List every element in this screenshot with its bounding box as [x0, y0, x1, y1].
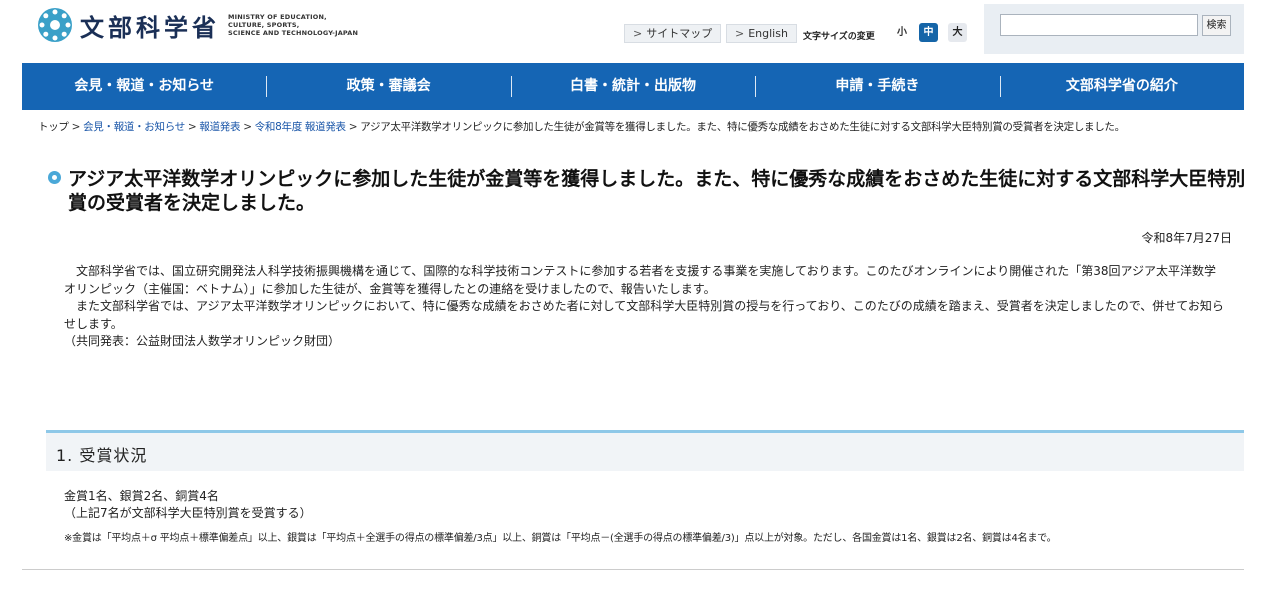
publish-date: 令和8年7月27日 — [1141, 231, 1232, 245]
nav-item-press[interactable]: 会見・報道・お知らせ — [22, 63, 266, 110]
global-nav: 会見・報道・お知らせ 政策・審議会 白書・統計・出版物 申請・手続き 文部科学省… — [22, 63, 1244, 110]
divider — [22, 569, 1244, 570]
fontsize-label: 文字サイズの変更 — [803, 32, 875, 42]
section-heading-text: 1. 受賞状況 — [56, 446, 148, 465]
article-paragraph: また文部科学省では、アジア太平洋数学オリンピックにおいて、特に優秀な成績をおさめ… — [64, 299, 1224, 331]
sitemap-link[interactable]: > サイトマップ — [624, 24, 722, 43]
page-title-block: アジア太平洋数学オリンピックに参加した生徒が金賞等を獲得しました。また、特に優秀… — [46, 167, 1246, 215]
article-paragraph: 文部科学省では、国立研究開発法人科学技術振興機構を通じて、国際的な科学技術コンテ… — [64, 264, 1217, 296]
breadcrumb-current: アジア太平洋数学オリンピックに参加した生徒が金賞等を獲得しました。また、特に優秀… — [360, 121, 1125, 133]
fontsize-medium-button[interactable]: 中 — [919, 23, 938, 42]
search-panel: 検索 — [984, 4, 1244, 54]
chevron-right-icon: > — [633, 27, 643, 40]
search-input[interactable] — [1000, 14, 1198, 36]
page-title: アジア太平洋数学オリンピックに参加した生徒が金賞等を獲得しました。また、特に優秀… — [68, 168, 1246, 214]
nav-item-about[interactable]: 文部科学省の紹介 — [999, 63, 1244, 110]
awards-summary: 金賞1名、銀賞2名、銅賞4名 （上記7名が文部科学大臣特別賞を受賞する） — [64, 488, 1224, 522]
breadcrumb-item-top[interactable]: トップ — [38, 121, 69, 133]
logo-english-text: MINISTRY OF EDUCATION, CULTURE, SPORTS, … — [228, 13, 359, 37]
breadcrumb-separator: > — [348, 121, 358, 133]
breadcrumb-separator: > — [243, 121, 252, 133]
sitemap-label: サイトマップ — [646, 27, 713, 40]
english-link[interactable]: > English — [726, 24, 797, 43]
nav-item-publications[interactable]: 白書・統計・出版物 — [510, 63, 755, 110]
english-label: English — [748, 27, 788, 40]
title-bullet-icon — [48, 171, 61, 184]
fontsize-large-button[interactable]: 大 — [948, 23, 967, 42]
mext-logo-icon — [38, 8, 72, 42]
breadcrumb-item-releases[interactable]: 報道発表 — [199, 121, 240, 133]
nav-item-policy[interactable]: 政策・審議会 — [266, 63, 510, 110]
awards-line: （上記7名が文部科学大臣特別賞を受賞する） — [64, 506, 312, 520]
breadcrumb-item-press[interactable]: 会見・報道・お知らせ — [83, 121, 185, 133]
chevron-right-icon: > — [735, 27, 745, 40]
site-logo[interactable]: 文部科学省 MINISTRY OF EDUCATION, CULTURE, SP… — [36, 6, 358, 44]
awards-note: ※金賞は「平均点＋σ 平均点＋標準偏差点」以上、銀賞は「平均点＋全選手の得点の標… — [64, 533, 1057, 544]
section-heading: 1. 受賞状況 — [46, 430, 1244, 471]
fontsize-small-button[interactable]: 小 — [894, 23, 910, 42]
breadcrumb-separator: > — [71, 121, 81, 133]
search-button[interactable]: 検索 — [1202, 15, 1231, 36]
breadcrumb-item-year[interactable]: 令和8年度 報道発表 — [255, 121, 346, 133]
nav-item-applications[interactable]: 申請・手続き — [755, 63, 999, 110]
article-paragraph: （共同発表：公益財団法人数学オリンピック財団） — [64, 334, 341, 348]
site-header: 文部科学省 MINISTRY OF EDUCATION, CULTURE, SP… — [0, 0, 1280, 62]
logo-text: 文部科学省 — [80, 13, 220, 42]
breadcrumb: トップ > 会見・報道・お知らせ > 報道発表 > 令和8年度 報道発表 > アジア太平洋数学オ… — [38, 119, 1125, 134]
breadcrumb-separator: > — [187, 121, 197, 133]
article-body: 文部科学省では、国立研究開発法人科学技術振興機構を通じて、国際的な科学技術コンテ… — [64, 263, 1224, 351]
awards-line: 金賞1名、銀賞2名、銅賞4名 — [64, 489, 219, 503]
